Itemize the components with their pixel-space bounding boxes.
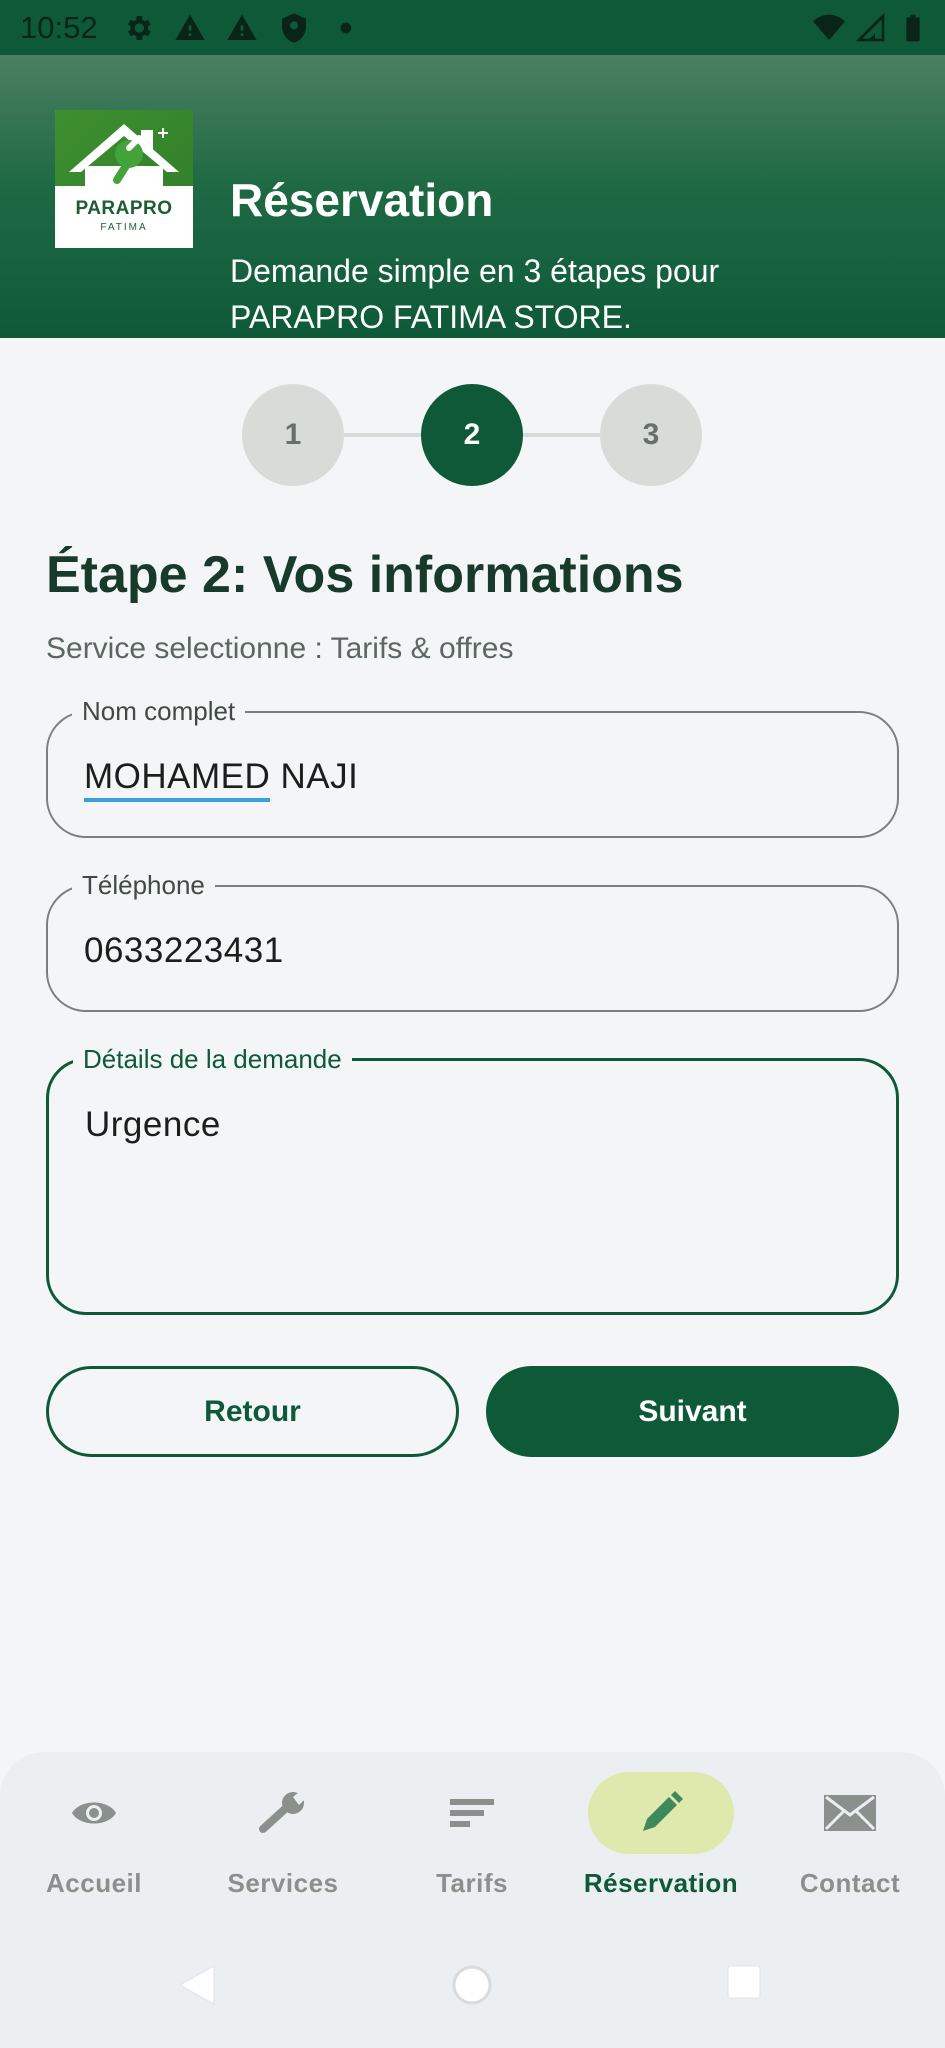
full-name-value[interactable]: MOHAMED NAJI bbox=[84, 757, 359, 802]
step-connector bbox=[523, 433, 603, 437]
recents-icon[interactable] bbox=[726, 1964, 762, 2000]
nav-pill bbox=[210, 1772, 356, 1854]
status-icons-left bbox=[122, 12, 362, 44]
nav-label-accueil: Accueil bbox=[46, 1868, 142, 1898]
status-bar: 10:52 bbox=[0, 0, 945, 55]
nav-pill bbox=[21, 1772, 167, 1854]
nav-item-tarifs[interactable]: Tarifs bbox=[382, 1772, 562, 1902]
nav-label-reservation: Réservation bbox=[583, 1868, 739, 1898]
nav-pill bbox=[399, 1772, 545, 1854]
shield-icon bbox=[281, 12, 306, 43]
page-title: Réservation bbox=[230, 174, 494, 226]
home-icon[interactable] bbox=[451, 1964, 493, 2006]
nav-item-reservation[interactable]: Réservation bbox=[571, 1772, 751, 1902]
nav-label-services: Services bbox=[227, 1868, 339, 1898]
phone-label: Téléphone bbox=[72, 870, 215, 901]
logo-title: PARAPRO bbox=[75, 198, 173, 219]
nav-label-tarifs: Tarifs bbox=[436, 1868, 508, 1898]
phone-field[interactable]: Téléphone 0633223431 bbox=[46, 870, 899, 1012]
wrench-icon bbox=[259, 1791, 307, 1833]
wifi-icon bbox=[813, 14, 845, 40]
envelope-icon bbox=[824, 1795, 876, 1831]
full-name-rest: NAJI bbox=[270, 757, 359, 796]
lines-icon bbox=[450, 1799, 494, 1827]
eye-icon bbox=[72, 1802, 116, 1824]
warning-icon bbox=[174, 14, 205, 40]
system-nav bbox=[0, 1940, 945, 2048]
nav-item-accueil[interactable]: Accueil bbox=[4, 1772, 184, 1902]
app-logo: PARAPRO FATIMA bbox=[55, 110, 193, 248]
stepper: 1 2 3 bbox=[0, 384, 945, 486]
next-button[interactable]: Suivant bbox=[486, 1366, 899, 1457]
warning-icon bbox=[226, 14, 257, 40]
nav-label-contact: Contact bbox=[799, 1868, 901, 1898]
details-label: Détails de la demande bbox=[73, 1044, 352, 1075]
step-1: 1 bbox=[242, 384, 344, 486]
dot-icon bbox=[340, 22, 351, 33]
nav-item-contact[interactable]: Contact bbox=[760, 1772, 940, 1902]
full-name-label: Nom complet bbox=[72, 696, 246, 727]
full-name-first: MOHAMED bbox=[84, 757, 271, 802]
back-icon[interactable] bbox=[178, 1964, 216, 2006]
status-time: 10:52 bbox=[20, 9, 98, 45]
form-title: Étape 2: Vos informations bbox=[46, 546, 684, 604]
details-field[interactable]: Détails de la demande Urgence bbox=[46, 1044, 899, 1315]
battery-icon bbox=[906, 14, 920, 41]
nav-pill bbox=[777, 1772, 923, 1854]
details-value[interactable]: Urgence bbox=[85, 1105, 221, 1145]
nav-item-services[interactable]: Services bbox=[193, 1772, 373, 1902]
gear-icon bbox=[127, 15, 151, 40]
phone-value[interactable]: 0633223431 bbox=[84, 931, 284, 971]
full-name-field[interactable]: Nom complet MOHAMED NAJI bbox=[46, 696, 899, 838]
selected-service-text: Service selectionne : Tarifs & offres bbox=[46, 632, 514, 665]
step-connector bbox=[343, 433, 423, 437]
pencil-icon bbox=[643, 1791, 683, 1831]
step-2: 2 bbox=[421, 384, 523, 486]
logo-subtitle: FATIMA bbox=[100, 222, 148, 233]
signal-icon bbox=[855, 12, 885, 41]
back-button[interactable]: Retour bbox=[46, 1366, 459, 1457]
step-3: 3 bbox=[600, 384, 702, 486]
page-subtitle: Demande simple en 3 étapes pour PARAPRO … bbox=[230, 253, 720, 335]
app-header: PARAPRO FATIMA Réservation Demande simpl… bbox=[0, 55, 945, 338]
status-icons-right bbox=[813, 0, 929, 55]
nav-pill-active bbox=[588, 1772, 734, 1854]
